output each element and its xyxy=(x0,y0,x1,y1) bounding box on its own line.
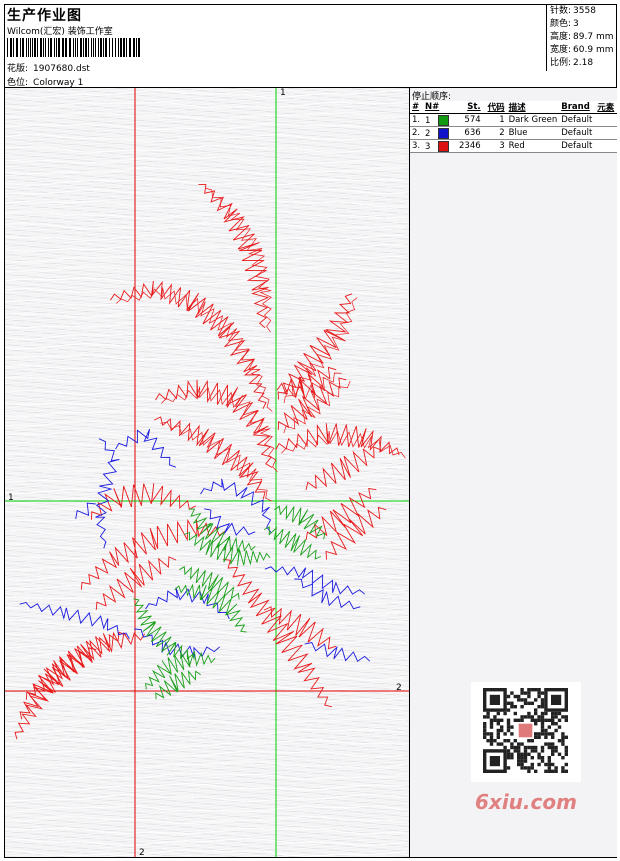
stitch-run xyxy=(264,566,366,595)
col-header: Brand xyxy=(561,102,590,112)
table-cell: 3 xyxy=(499,141,505,151)
table-cell: 1 xyxy=(499,115,505,125)
table-cell: 1. xyxy=(412,115,421,125)
stitch-run xyxy=(75,502,96,520)
axis-label-top: 1 xyxy=(280,88,286,98)
embroidery-design xyxy=(5,88,409,857)
table-cell xyxy=(595,114,617,127)
thread-color-swatch xyxy=(438,127,450,139)
table-cell: 574 xyxy=(464,115,481,125)
stitch-run xyxy=(183,531,271,566)
stop-sequence-table: # N# St. 代码 描述 Brand 元素 1. 1 574 1 Dark Gree… xyxy=(410,101,617,153)
site-watermark: 6xiu.com xyxy=(475,790,577,814)
table-cell: 2. xyxy=(412,128,421,138)
table-row: 2. 2 636 2 Blue Default xyxy=(410,127,617,140)
stitch-run xyxy=(305,446,382,491)
qr-code xyxy=(471,682,581,782)
table-cell: Default xyxy=(561,128,593,138)
page-title: 生产作业图 xyxy=(7,8,82,24)
barcode-image xyxy=(7,38,140,57)
table-header-row: # N# St. 代码 描述 Brand 元素 xyxy=(410,101,617,114)
stat-colors: 颜色: 3 xyxy=(550,19,579,29)
table-cell: 3. xyxy=(412,141,421,151)
stat-width: 宽度: 60.9 mm xyxy=(550,45,614,55)
table-cell xyxy=(595,127,617,140)
axis-label-bottom: 2 xyxy=(139,848,145,858)
stitch-run xyxy=(19,601,130,640)
stitch-run xyxy=(294,578,361,610)
table-cell: Default xyxy=(561,115,593,125)
col-header: St. xyxy=(467,102,481,112)
table-cell: Default xyxy=(561,141,593,151)
studio-name: Wilcom(汇宏) 装饰工作室 xyxy=(7,27,113,37)
table-row: 1. 1 574 1 Dark Green Default xyxy=(410,114,617,127)
table-cell xyxy=(595,140,617,153)
table-cell: Blue xyxy=(508,128,528,138)
stitch-run xyxy=(155,669,201,700)
stat-height: 高度: 89.7 mm xyxy=(550,32,614,42)
table-cell: 1 xyxy=(423,114,457,127)
axis-label-right: 2 xyxy=(396,683,402,693)
stitch-run xyxy=(325,506,387,560)
table-cell: Dark Green xyxy=(508,115,558,125)
stitch-run xyxy=(305,487,377,540)
stitch-run xyxy=(110,280,267,410)
stitch-run xyxy=(154,416,266,500)
col-header: # xyxy=(412,102,420,112)
axis-label-left: 1 xyxy=(8,493,14,503)
table-cell: 2 xyxy=(499,128,505,138)
col-header: 代码 xyxy=(487,103,505,113)
table-cell: 2346 xyxy=(459,141,481,151)
stitch-run xyxy=(223,558,333,708)
stat-scale: 比例: 2.18 xyxy=(550,58,594,68)
design-stats: 针数: 3558 颜色: 3 高度: 89.7 mm 宽度: 60.9 mm 比例: 2.… xyxy=(546,4,617,71)
design-label: 花版: xyxy=(7,64,29,74)
col-header: 元素 xyxy=(597,103,615,113)
embroidery-canvas xyxy=(5,88,409,857)
stat-stitches: 针数: 3558 xyxy=(550,6,596,16)
table-cell: Red xyxy=(508,141,525,151)
table-row: 3. 3 2346 3 Red Default xyxy=(410,140,617,153)
thread-color-swatch xyxy=(438,140,450,152)
table-cell: 2 xyxy=(423,127,457,140)
design-file-line: 花版: 1907680.dst xyxy=(7,61,90,74)
stitch-run xyxy=(161,386,278,472)
design-value: 1907680.dst xyxy=(33,64,90,74)
thread-color-swatch xyxy=(438,114,450,126)
table-cell: 3 xyxy=(423,140,457,153)
stitch-run xyxy=(133,598,195,660)
col-header: 描述 xyxy=(508,103,526,113)
col-header: N# xyxy=(425,102,440,112)
fabric-texture xyxy=(5,89,406,857)
table-cell: 636 xyxy=(464,128,481,138)
stitch-run xyxy=(19,647,97,720)
